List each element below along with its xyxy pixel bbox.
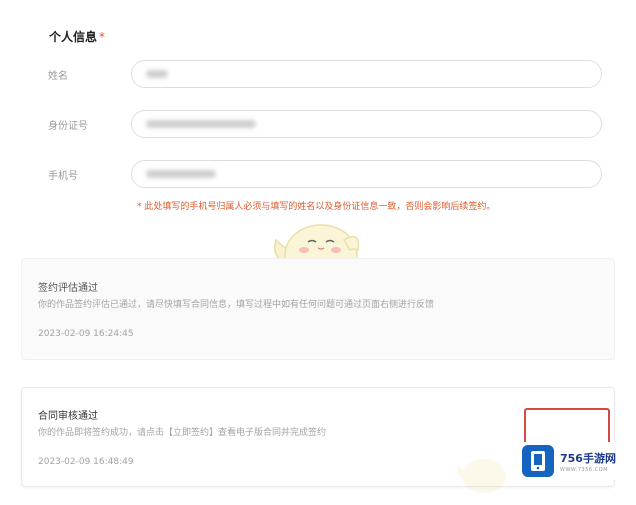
watermark-brand: 756手游网 [560,451,616,465]
id-number-label: 身份证号 [48,121,88,132]
card-title: 合同审核通过 [38,411,98,422]
phone-icon [522,445,554,477]
id-number-field[interactable] [131,110,602,138]
card-title: 签约评估通过 [38,283,98,294]
watermark-url: WWW.7356.COM [560,466,608,473]
redacted-value [146,170,216,178]
redacted-value [146,120,256,128]
redacted-value [146,70,168,78]
status-card-evaluation: 签约评估通过 你的作品签约评估已通过，请尽快填写合同信息，填写过程中如有任何问题… [21,258,615,360]
name-field[interactable] [131,60,602,88]
required-mark: * [99,30,106,44]
card-timestamp: 2023-02-09 16:24:45 [38,329,134,339]
card-description: 你的作品即将签约成功，请点击【立即签约】查看电子版合同并完成签约 [38,428,327,438]
section-title-text: 个人信息 [49,30,98,44]
phone-label: 手机号 [48,171,78,182]
site-watermark: 756手游网 WWW.7356.COM [522,442,630,480]
name-label: 姓名 [48,71,68,82]
mascot-faint-icon [457,459,506,493]
phone-field[interactable] [131,160,602,188]
card-timestamp: 2023-02-09 16:48:49 [38,457,134,467]
personal-info-title: 个人信息 * [49,28,105,45]
card-description: 你的作品签约评估已通过，请尽快填写合同信息，填写过程中如有任何问题可通过页面右侧… [38,300,435,310]
